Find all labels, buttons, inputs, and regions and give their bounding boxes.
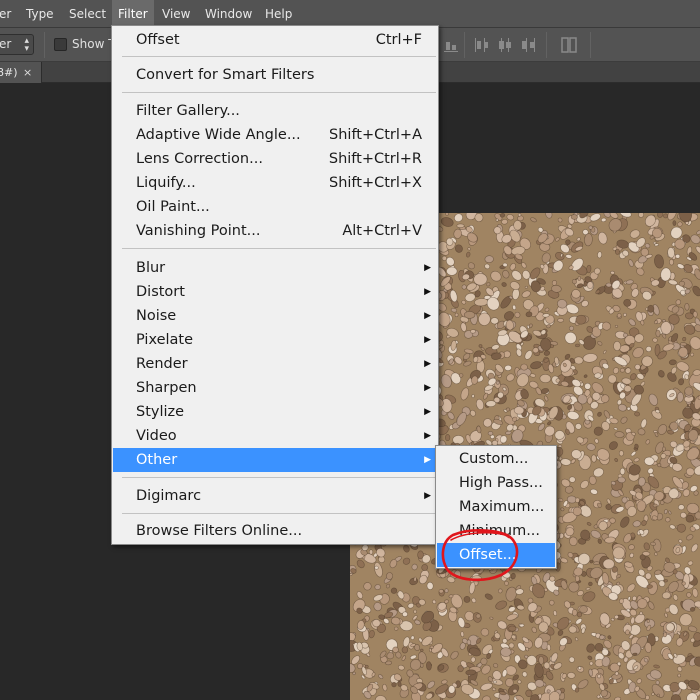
menu-layer[interactable]: er: [0, 0, 17, 28]
menu-item-label: Noise: [136, 308, 177, 324]
menu-item-label: Stylize: [136, 404, 185, 420]
menu-separator: [122, 513, 436, 514]
menu-item-label: Distort: [136, 284, 185, 300]
align-bottom-icon[interactable]: [443, 37, 459, 53]
submenu-item-custom[interactable]: Custom...: [437, 447, 555, 471]
shortcut-label: Shift+Ctrl+A: [329, 127, 422, 143]
submenu-item-minimum[interactable]: Minimum...: [437, 519, 555, 543]
menu-separator: [122, 56, 436, 57]
submenu-arrow-icon: ▶: [424, 359, 431, 369]
submenu-arrow-icon: ▶: [424, 263, 431, 273]
menu-item-blur[interactable]: Blur ▶: [113, 256, 437, 280]
menu-item-offset-last-filter[interactable]: Offset Ctrl+F: [113, 28, 437, 52]
menu-item-vanishing-point[interactable]: Vanishing Point... Alt+Ctrl+V: [113, 219, 437, 243]
menu-filter[interactable]: Filter: [112, 0, 154, 28]
menu-item-other[interactable]: Other ▶: [113, 448, 437, 472]
menu-item-label: Liquify...: [136, 175, 196, 191]
submenu-arrow-icon: ▶: [424, 455, 431, 465]
submenu-arrow-icon: ▶: [424, 287, 431, 297]
shortcut-label: Alt+Ctrl+V: [342, 223, 422, 239]
menu-separator: [122, 92, 436, 93]
menu-item-oil-paint[interactable]: Oil Paint...: [113, 195, 437, 219]
submenu-arrow-icon: ▶: [424, 491, 431, 501]
menu-item-label: Minimum...: [459, 523, 541, 539]
photoshop-window: er Type Select Filter View Window Help e…: [0, 0, 700, 700]
other-submenu: Custom... High Pass... Maximum... Minimu…: [435, 445, 557, 569]
menu-item-browse-filters-online[interactable]: Browse Filters Online...: [113, 519, 437, 543]
menu-item-stylize[interactable]: Stylize ▶: [113, 400, 437, 424]
submenu-arrow-icon: ▶: [424, 431, 431, 441]
shortcut-label: Ctrl+F: [375, 32, 422, 48]
menu-item-label: Lens Correction...: [136, 151, 263, 167]
menu-item-adaptive-wide-angle[interactable]: Adaptive Wide Angle... Shift+Ctrl+A: [113, 123, 437, 147]
menu-view[interactable]: View: [156, 0, 196, 28]
menu-separator: [122, 477, 436, 478]
menu-item-label: Offset...: [459, 547, 517, 563]
options-divider: [44, 32, 45, 58]
menu-item-label: High Pass...: [459, 475, 543, 491]
menu-item-label: Render: [136, 356, 188, 372]
submenu-arrow-icon: ▶: [424, 335, 431, 345]
menu-item-label: Maximum...: [459, 499, 545, 515]
menu-item-label: Filter Gallery...: [136, 103, 240, 119]
menu-select[interactable]: Select: [63, 0, 112, 28]
submenu-item-high-pass[interactable]: High Pass...: [437, 471, 555, 495]
menu-item-label: Sharpen: [136, 380, 197, 396]
menu-help[interactable]: Help: [259, 0, 298, 28]
filter-menu: Offset Ctrl+F Convert for Smart Filters …: [111, 25, 439, 545]
options-divider: [546, 32, 547, 58]
document-tab-title: 8#): [0, 66, 18, 79]
menu-item-render[interactable]: Render ▶: [113, 352, 437, 376]
menu-item-label: Custom...: [459, 451, 529, 467]
menu-item-label: Vanishing Point...: [136, 223, 261, 239]
menu-item-label: Pixelate: [136, 332, 194, 348]
menu-item-label: Adaptive Wide Angle...: [136, 127, 301, 143]
menu-item-digimarc[interactable]: Digimarc ▶: [113, 484, 437, 508]
menu-item-label: Oil Paint...: [136, 199, 210, 215]
submenu-arrow-icon: ▶: [424, 407, 431, 417]
menu-item-pixelate[interactable]: Pixelate ▶: [113, 328, 437, 352]
auto-align-layers-icon[interactable]: [561, 37, 577, 53]
menu-item-label: Offset: [136, 32, 180, 48]
menu-item-convert-smart-filters[interactable]: Convert for Smart Filters: [113, 63, 437, 87]
menu-bar: er Type Select Filter View Window Help: [0, 0, 700, 28]
close-icon[interactable]: ×: [23, 62, 32, 83]
menu-item-lens-correction[interactable]: Lens Correction... Shift+Ctrl+R: [113, 147, 437, 171]
distribute-center-icon[interactable]: [497, 37, 513, 53]
submenu-item-maximum[interactable]: Maximum...: [437, 495, 555, 519]
menu-item-label: Video: [136, 428, 177, 444]
show-transform-checkbox[interactable]: [54, 38, 67, 51]
menu-type[interactable]: Type: [20, 0, 60, 28]
menu-item-label: Convert for Smart Filters: [136, 67, 315, 83]
document-tab[interactable]: 8#) ×: [0, 62, 42, 83]
auto-select-value: er: [0, 37, 12, 51]
menu-item-filter-gallery[interactable]: Filter Gallery...: [113, 99, 437, 123]
menu-item-video[interactable]: Video ▶: [113, 424, 437, 448]
shortcut-label: Shift+Ctrl+R: [328, 151, 422, 167]
menu-item-label: Browse Filters Online...: [136, 523, 303, 539]
menu-separator: [122, 248, 436, 249]
menu-item-label: Blur: [136, 260, 166, 276]
menu-window[interactable]: Window: [199, 0, 258, 28]
options-divider: [590, 32, 591, 58]
submenu-arrow-icon: ▶: [424, 311, 431, 321]
distribute-left-icon[interactable]: [474, 37, 490, 53]
menu-item-liquify[interactable]: Liquify... Shift+Ctrl+X: [113, 171, 437, 195]
menu-item-noise[interactable]: Noise ▶: [113, 304, 437, 328]
menu-item-label: Other: [136, 452, 178, 468]
submenu-arrow-icon: ▶: [424, 383, 431, 393]
chevron-updown-icon: ▴ ▾: [24, 36, 29, 54]
submenu-item-offset[interactable]: Offset...: [437, 543, 555, 567]
menu-item-label: Digimarc: [136, 488, 202, 504]
auto-select-dropdown[interactable]: er ▴ ▾: [0, 34, 34, 55]
distribute-right-icon[interactable]: [520, 37, 536, 53]
menu-item-sharpen[interactable]: Sharpen ▶: [113, 376, 437, 400]
menu-item-distort[interactable]: Distort ▶: [113, 280, 437, 304]
shortcut-label: Shift+Ctrl+X: [329, 175, 422, 191]
options-divider: [464, 32, 465, 58]
